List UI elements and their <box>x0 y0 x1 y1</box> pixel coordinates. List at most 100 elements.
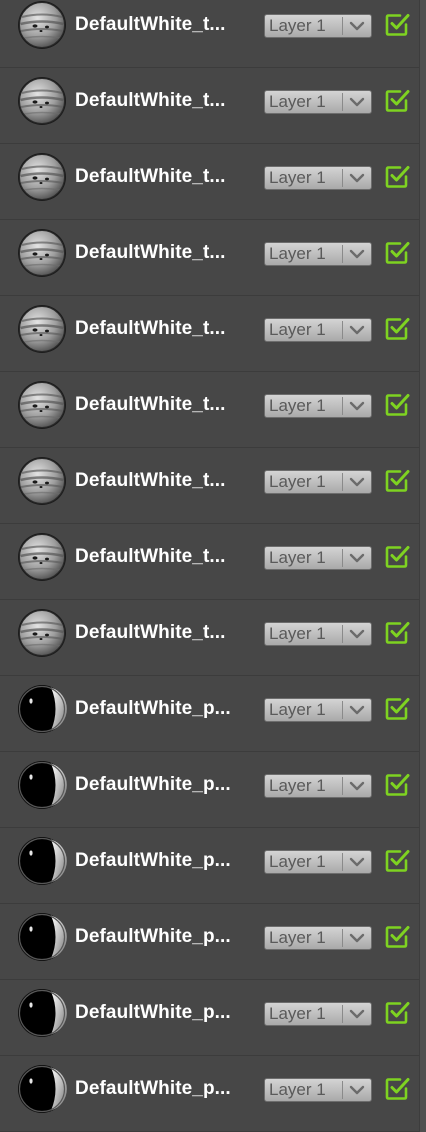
select-divider <box>342 701 343 719</box>
layer-select[interactable]: Layer 1 <box>264 242 372 266</box>
glossy-sphere-icon[interactable] <box>17 760 67 810</box>
layer-select[interactable]: Layer 1 <box>264 926 372 950</box>
glossy-sphere-icon[interactable] <box>17 684 67 734</box>
striped-sphere-icon[interactable] <box>17 456 67 506</box>
select-divider <box>342 929 343 947</box>
chevron-down-icon[interactable] <box>348 930 366 946</box>
chevron-down-icon[interactable] <box>348 1006 366 1022</box>
layer-select-value: Layer 1 <box>269 1080 326 1099</box>
chevron-down-icon[interactable] <box>348 778 366 794</box>
visibility-checkbox-icon[interactable] <box>384 316 410 342</box>
material-name: DefaultWhite_p... <box>75 698 231 719</box>
layer-select[interactable]: Layer 1 <box>264 622 372 646</box>
list-item[interactable]: DefaultWhite_t... Layer 1 <box>0 144 419 220</box>
visibility-checkbox-icon[interactable] <box>384 620 410 646</box>
layer-select-value: Layer 1 <box>269 776 326 795</box>
list-item[interactable]: DefaultWhite_p... Layer 1 <box>0 980 419 1056</box>
striped-sphere-icon[interactable] <box>17 532 67 582</box>
select-divider <box>342 473 343 491</box>
striped-sphere-icon[interactable] <box>17 608 67 658</box>
chevron-down-icon[interactable] <box>348 702 366 718</box>
layer-select[interactable]: Layer 1 <box>264 698 372 722</box>
list-item[interactable]: DefaultWhite_t... Layer 1 <box>0 448 419 524</box>
list-item[interactable]: DefaultWhite_p... Layer 1 <box>0 1056 419 1132</box>
select-divider <box>342 93 343 111</box>
visibility-checkbox-icon[interactable] <box>384 772 410 798</box>
visibility-checkbox-icon[interactable] <box>384 544 410 570</box>
layer-select[interactable]: Layer 1 <box>264 90 372 114</box>
layer-select[interactable]: Layer 1 <box>264 166 372 190</box>
list-item[interactable]: DefaultWhite_p... Layer 1 <box>0 676 419 752</box>
layer-select-value: Layer 1 <box>269 624 326 643</box>
striped-sphere-icon[interactable] <box>17 76 67 126</box>
striped-sphere-icon[interactable] <box>17 304 67 354</box>
list-item[interactable]: DefaultWhite_t... Layer 1 <box>0 296 419 372</box>
select-divider <box>342 625 343 643</box>
layer-select-value: Layer 1 <box>269 928 326 947</box>
list-item[interactable]: DefaultWhite_p... Layer 1 <box>0 828 419 904</box>
layer-select-value: Layer 1 <box>269 320 326 339</box>
visibility-checkbox-icon[interactable] <box>384 468 410 494</box>
layer-select-value: Layer 1 <box>269 472 326 491</box>
visibility-checkbox-icon[interactable] <box>384 1000 410 1026</box>
list-item[interactable]: DefaultWhite_p... Layer 1 <box>0 752 419 828</box>
visibility-checkbox-icon[interactable] <box>384 1076 410 1102</box>
layer-select[interactable]: Layer 1 <box>264 850 372 874</box>
list-item[interactable]: DefaultWhite_t... Layer 1 <box>0 600 419 676</box>
layer-select[interactable]: Layer 1 <box>264 1002 372 1026</box>
chevron-down-icon[interactable] <box>348 170 366 186</box>
material-name: DefaultWhite_p... <box>75 850 231 871</box>
scrollbar-track[interactable] <box>419 0 426 1132</box>
chevron-down-icon[interactable] <box>348 626 366 642</box>
list-item[interactable]: DefaultWhite_t... Layer 1 <box>0 220 419 296</box>
material-name: DefaultWhite_p... <box>75 1002 231 1023</box>
layer-select[interactable]: Layer 1 <box>264 1078 372 1102</box>
visibility-checkbox-icon[interactable] <box>384 240 410 266</box>
chevron-down-icon[interactable] <box>348 398 366 414</box>
list-item[interactable]: DefaultWhite_t... Layer 1 <box>0 524 419 600</box>
glossy-sphere-icon[interactable] <box>17 836 67 886</box>
glossy-sphere-icon[interactable] <box>17 1064 67 1114</box>
layer-select[interactable]: Layer 1 <box>264 774 372 798</box>
chevron-down-icon[interactable] <box>348 550 366 566</box>
list-item[interactable]: DefaultWhite_t... Layer 1 <box>0 68 419 144</box>
chevron-down-icon[interactable] <box>348 322 366 338</box>
layer-select[interactable]: Layer 1 <box>264 318 372 342</box>
striped-sphere-icon[interactable] <box>17 228 67 278</box>
striped-sphere-icon[interactable] <box>17 152 67 202</box>
list-item[interactable]: DefaultWhite_p... Layer 1 <box>0 904 419 980</box>
material-name: DefaultWhite_t... <box>75 318 226 339</box>
chevron-down-icon[interactable] <box>348 474 366 490</box>
chevron-down-icon[interactable] <box>348 1082 366 1098</box>
layer-select[interactable]: Layer 1 <box>264 14 372 38</box>
layer-select[interactable]: Layer 1 <box>264 394 372 418</box>
layer-select-value: Layer 1 <box>269 852 326 871</box>
visibility-checkbox-icon[interactable] <box>384 924 410 950</box>
visibility-checkbox-icon[interactable] <box>384 848 410 874</box>
chevron-down-icon[interactable] <box>348 246 366 262</box>
layer-select-value: Layer 1 <box>269 548 326 567</box>
layer-select-value: Layer 1 <box>269 92 326 111</box>
chevron-down-icon[interactable] <box>348 18 366 34</box>
select-divider <box>342 245 343 263</box>
glossy-sphere-icon[interactable] <box>17 912 67 962</box>
visibility-checkbox-icon[interactable] <box>384 88 410 114</box>
layer-select-value: Layer 1 <box>269 168 326 187</box>
material-name: DefaultWhite_t... <box>75 546 226 567</box>
chevron-down-icon[interactable] <box>348 854 366 870</box>
layer-select-value: Layer 1 <box>269 244 326 263</box>
visibility-checkbox-icon[interactable] <box>384 696 410 722</box>
select-divider <box>342 17 343 35</box>
glossy-sphere-icon[interactable] <box>17 988 67 1038</box>
list-item[interactable]: DefaultWhite_t... Layer 1 <box>0 372 419 448</box>
visibility-checkbox-icon[interactable] <box>384 392 410 418</box>
striped-sphere-icon[interactable] <box>17 380 67 430</box>
striped-sphere-icon[interactable] <box>17 0 67 50</box>
visibility-checkbox-icon[interactable] <box>384 164 410 190</box>
chevron-down-icon[interactable] <box>348 94 366 110</box>
material-name: DefaultWhite_p... <box>75 926 231 947</box>
list-item[interactable]: DefaultWhite_t... Layer 1 <box>0 0 419 68</box>
visibility-checkbox-icon[interactable] <box>384 12 410 38</box>
layer-select[interactable]: Layer 1 <box>264 546 372 570</box>
layer-select[interactable]: Layer 1 <box>264 470 372 494</box>
